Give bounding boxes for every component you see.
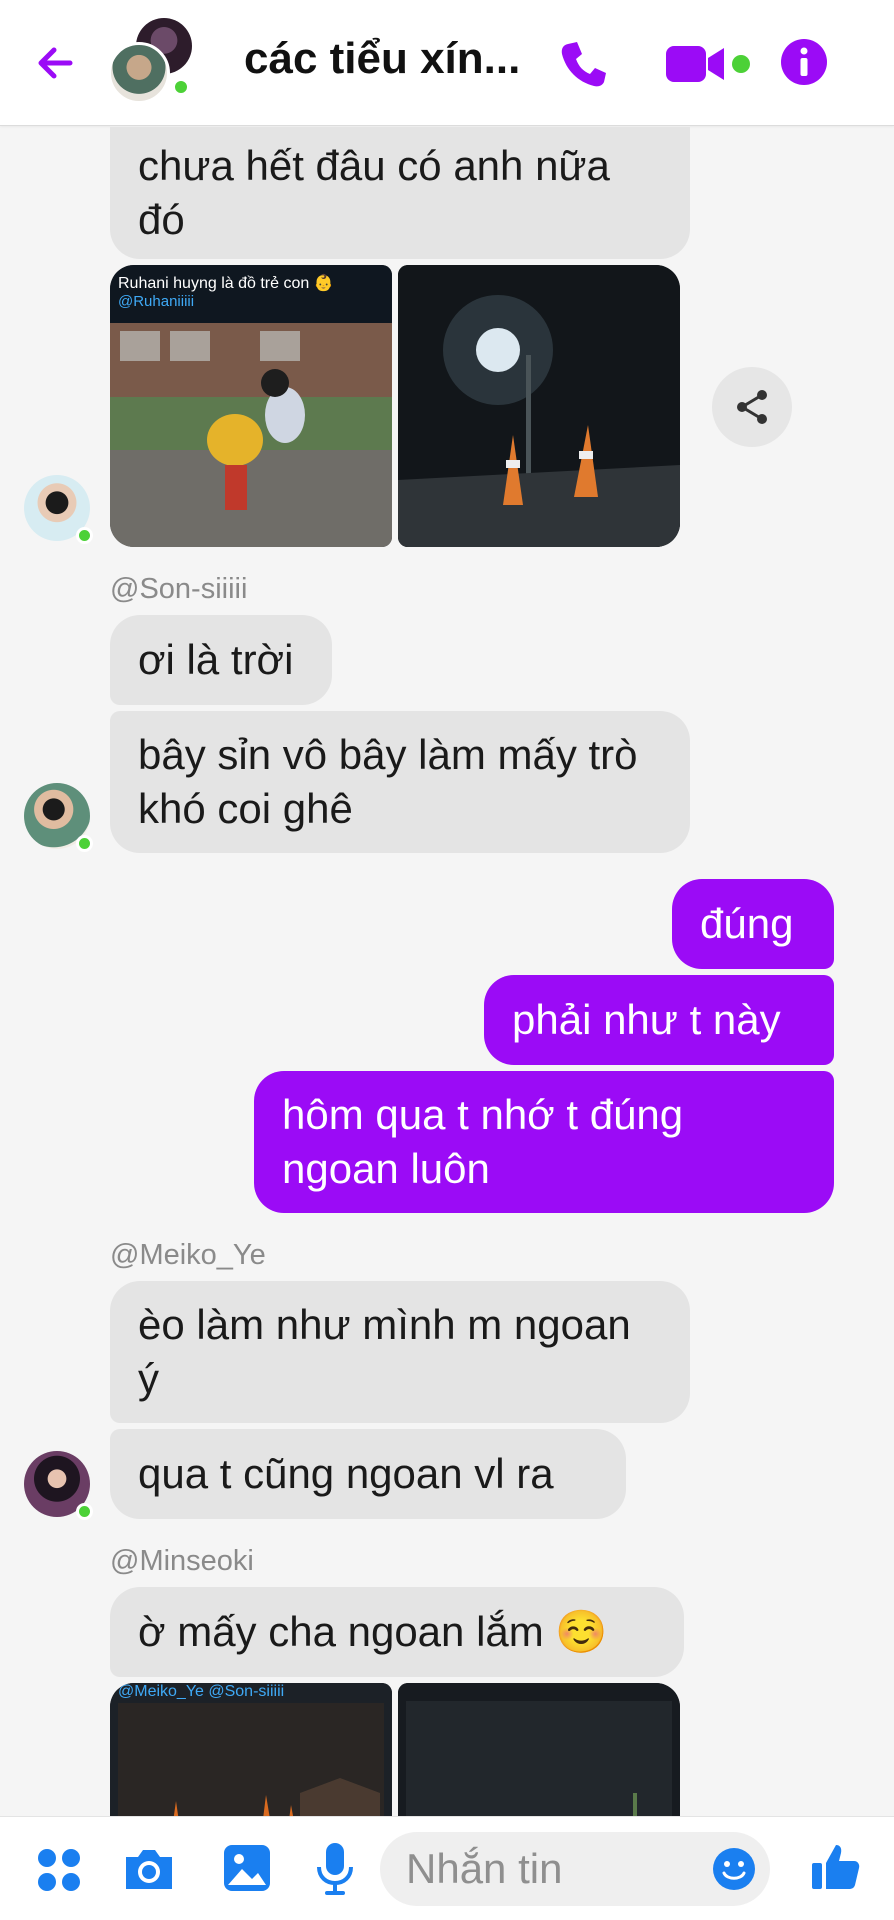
chat-header: các tiểu xín... xyxy=(0,0,894,126)
photo-handle: @Ruhaniiiii xyxy=(118,293,195,310)
apps-icon[interactable] xyxy=(36,1847,82,1898)
message-bubble-incoming[interactable]: ơi là trời xyxy=(110,615,332,705)
shared-photo[interactable]: Ruhani huyng là đồ trẻ con 👶 @Ruhaniiiii xyxy=(110,265,392,547)
member-avatar xyxy=(108,42,170,104)
group-avatar[interactable] xyxy=(108,18,198,108)
microphone-icon[interactable] xyxy=(314,1841,356,1902)
online-indicator xyxy=(76,835,93,852)
message-bubble-incoming[interactable]: chưa hết đâu có anh nữa đó xyxy=(110,127,690,259)
sender-avatar[interactable] xyxy=(24,783,93,852)
gallery-icon[interactable] xyxy=(222,1843,272,1898)
shared-photo[interactable] xyxy=(398,1683,680,1816)
message-bubble-incoming[interactable]: qua t cũng ngoan vl ra xyxy=(110,1429,626,1519)
message-input-container[interactable] xyxy=(380,1832,770,1906)
shared-photo[interactable]: @Meiko_Ye @Son-siiiii xyxy=(110,1683,392,1816)
message-text: chưa hết đâu có anh nữa đó xyxy=(138,142,610,243)
sender-avatar[interactable] xyxy=(24,1451,93,1520)
sender-avatar[interactable] xyxy=(24,475,93,544)
message-text: đúng xyxy=(700,900,794,947)
photo-caption: Ruhani huyng là đồ trẻ con 👶 xyxy=(118,275,334,292)
sender-name: @Son-siiiii xyxy=(110,573,248,605)
back-arrow-icon[interactable] xyxy=(30,38,80,88)
shared-photo[interactable] xyxy=(398,265,680,547)
message-text: ờ mấy cha ngoan lắm ☺️ xyxy=(138,1608,608,1655)
sender-name: @Minseoki xyxy=(110,1545,254,1577)
online-indicator xyxy=(76,527,93,544)
camera-icon[interactable] xyxy=(122,1845,176,1898)
message-bubble-outgoing[interactable]: phải như t này xyxy=(484,975,834,1065)
share-icon xyxy=(737,390,767,424)
online-indicator xyxy=(76,1503,93,1520)
conversation-title[interactable]: các tiểu xín... xyxy=(244,34,524,84)
message-input[interactable] xyxy=(406,1832,666,1906)
share-button[interactable] xyxy=(712,367,792,447)
message-text: phải như t này xyxy=(512,996,781,1043)
message-bubble-incoming[interactable]: ờ mấy cha ngoan lắm ☺️ xyxy=(110,1587,684,1677)
sender-name: @Meiko_Ye xyxy=(110,1239,266,1271)
message-text: qua t cũng ngoan vl ra xyxy=(138,1450,554,1497)
phone-icon[interactable] xyxy=(558,38,610,95)
message-bubble-incoming[interactable]: èo làm như mình m ngoan ý xyxy=(110,1281,690,1423)
video-camera-icon[interactable] xyxy=(666,44,752,89)
thumbs-up-icon[interactable] xyxy=(810,1841,862,1898)
message-bubble-incoming[interactable]: bây sỉn vô bây làm mấy trò khó coi ghê xyxy=(110,711,690,853)
message-bubble-outgoing[interactable]: đúng xyxy=(672,879,834,969)
message-list[interactable]: chưa hết đâu có anh nữa đó Ruhani huyng … xyxy=(0,127,894,1816)
photo-caption: @Meiko_Ye @Son-siiiii xyxy=(118,1683,285,1700)
message-text: ơi là trời xyxy=(138,636,294,683)
message-text: hôm qua t nhớ t đúng ngoan luôn xyxy=(282,1091,684,1192)
message-text: bây sỉn vô bây làm mấy trò khó coi ghê xyxy=(138,731,638,832)
message-composer xyxy=(0,1816,894,1920)
message-text: èo làm như mình m ngoan ý xyxy=(138,1301,631,1402)
online-indicator xyxy=(172,78,190,96)
info-icon[interactable] xyxy=(780,38,828,91)
message-bubble-outgoing[interactable]: hôm qua t nhớ t đúng ngoan luôn xyxy=(254,1071,834,1213)
emoji-icon[interactable] xyxy=(712,1847,756,1896)
